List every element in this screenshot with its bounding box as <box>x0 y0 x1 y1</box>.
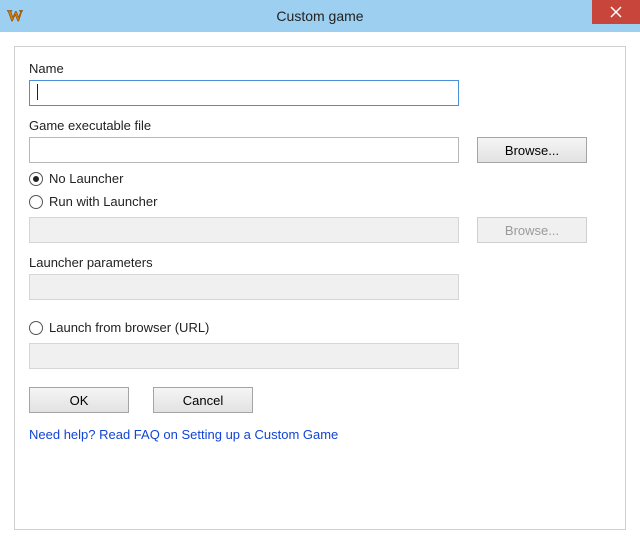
cancel-button[interactable]: Cancel <box>153 387 253 413</box>
no-launcher-radio[interactable]: No Launcher <box>29 171 611 186</box>
launcher-path-input <box>29 217 459 243</box>
close-button[interactable] <box>592 0 640 24</box>
run-with-launcher-radio[interactable]: Run with Launcher <box>29 194 611 209</box>
launch-from-browser-radio[interactable]: Launch from browser (URL) <box>29 320 611 335</box>
launch-browser-label: Launch from browser (URL) <box>49 320 209 335</box>
close-icon <box>610 6 622 18</box>
ok-button[interactable]: OK <box>29 387 129 413</box>
browser-url-input <box>29 343 459 369</box>
window-title: Custom game <box>0 8 640 24</box>
no-launcher-label: No Launcher <box>49 171 123 186</box>
form-panel: Name Game executable file Browse... No L… <box>14 46 626 530</box>
run-launcher-label: Run with Launcher <box>49 194 157 209</box>
content-area: Name Game executable file Browse... No L… <box>0 32 640 530</box>
browse-executable-button[interactable]: Browse... <box>477 137 587 163</box>
radio-icon <box>29 195 43 209</box>
launcher-params-label: Launcher parameters <box>29 255 611 270</box>
svg-text:W: W <box>7 8 23 24</box>
executable-label: Game executable file <box>29 118 611 133</box>
radio-icon <box>29 321 43 335</box>
executable-input[interactable] <box>29 137 459 163</box>
name-label: Name <box>29 61 611 76</box>
help-link[interactable]: Need help? Read FAQ on Setting up a Cust… <box>29 427 338 442</box>
radio-icon-selected <box>29 172 43 186</box>
app-icon: W <box>6 7 24 25</box>
browse-launcher-button: Browse... <box>477 217 587 243</box>
launcher-params-input <box>29 274 459 300</box>
name-input[interactable] <box>29 80 459 106</box>
titlebar: W Custom game <box>0 0 640 32</box>
